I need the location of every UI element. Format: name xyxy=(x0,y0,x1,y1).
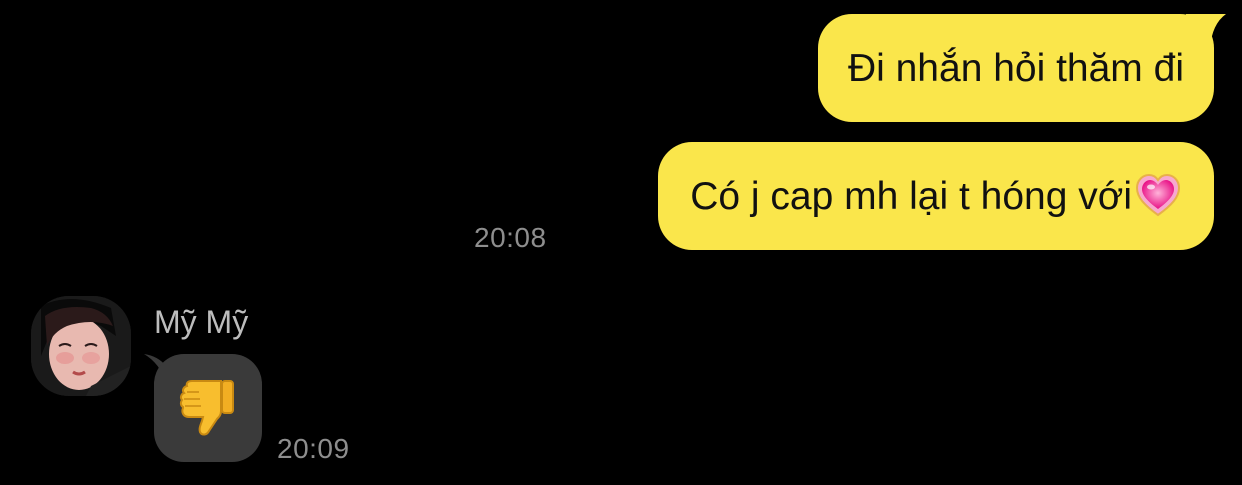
outgoing-message-bubble[interactable]: Có j cap mh lại t hóng với xyxy=(658,142,1214,250)
avatar-photo xyxy=(31,296,131,396)
avatar[interactable] xyxy=(31,296,131,396)
outgoing-message-bubble[interactable]: Đi nhắn hỏi thăm đi xyxy=(817,14,1214,122)
message-text: Có j cap mh lại t hóng với xyxy=(690,174,1132,218)
message-text: Đi nhắn hỏi thăm đi xyxy=(847,46,1184,90)
message-timestamp: 20:09 xyxy=(277,433,350,464)
thumbs-down-icon xyxy=(179,380,234,436)
sender-name: Mỹ Mỹ xyxy=(154,304,249,340)
incoming-message-bubble[interactable] xyxy=(154,354,262,462)
message-timestamp: 20:08 xyxy=(474,222,547,253)
growing-heart-icon xyxy=(1136,174,1180,217)
